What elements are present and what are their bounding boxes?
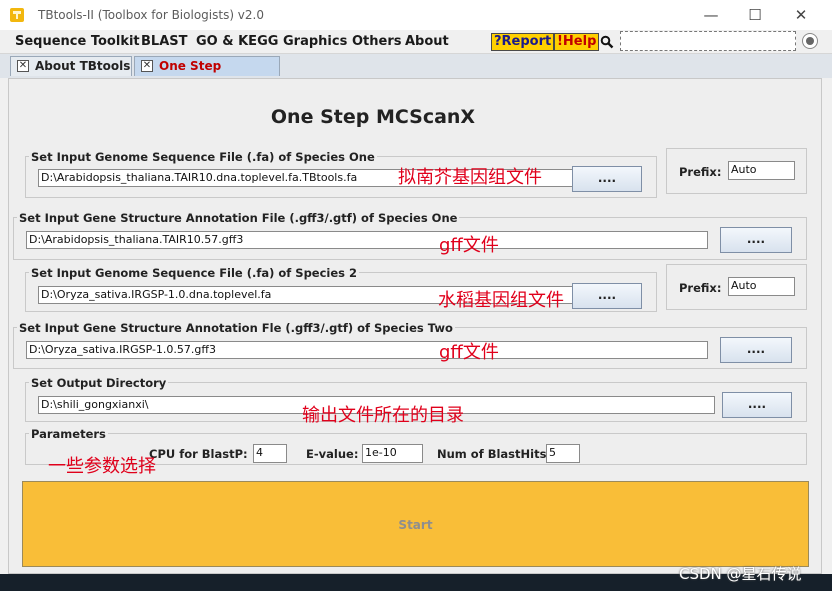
- blasthits-label: Num of BlastHits:: [437, 447, 552, 461]
- genome1-browse-button[interactable]: ....: [572, 166, 642, 192]
- cpu-label: CPU for BlastP:: [149, 447, 248, 461]
- output-browse-button[interactable]: ....: [722, 392, 792, 418]
- report-button[interactable]: ?Report: [491, 33, 555, 51]
- tab-about-tbtools[interactable]: ✕ About TBtools: [10, 56, 132, 76]
- parameters-label: Parameters: [29, 427, 108, 441]
- gff1-annotation: gff文件: [439, 235, 499, 256]
- gff1-browse-button[interactable]: ....: [720, 227, 792, 253]
- minimize-button[interactable]: —: [700, 5, 722, 25]
- search-icon[interactable]: [600, 35, 614, 49]
- blasthits-input[interactable]: 5: [546, 444, 580, 463]
- gff1-path-field[interactable]: D:\Arabidopsis_thaliana.TAIR10.57.gff3: [26, 231, 708, 249]
- gff2-annotation: gff文件: [439, 342, 499, 363]
- help-button[interactable]: !Help: [554, 33, 600, 51]
- radio-toggle-icon[interactable]: [802, 33, 818, 49]
- cpu-input[interactable]: 4: [253, 444, 287, 463]
- prefix2-label: Prefix:: [679, 281, 722, 295]
- tab-one-step-mcscanx[interactable]: ✕ One Step MCScanX: [134, 56, 280, 91]
- genome2-annotation: 水稻基因组文件: [438, 290, 564, 311]
- gff2-label: Set Input Gene Structure Annotation Fle …: [17, 321, 455, 335]
- evalue-label: E-value:: [306, 447, 359, 461]
- close-window-button[interactable]: ✕: [790, 5, 812, 25]
- evalue-input[interactable]: 1e-10: [362, 444, 423, 463]
- menu-go-kegg[interactable]: GO & KEGG: [196, 34, 278, 49]
- start-button[interactable]: Start: [22, 481, 809, 567]
- gff1-label: Set Input Gene Structure Annotation File…: [17, 211, 460, 225]
- params-annotation: 一些参数选择: [48, 456, 156, 477]
- menu-about[interactable]: About: [405, 34, 449, 49]
- prefix1-label: Prefix:: [679, 165, 722, 179]
- output-annotation: 输出文件所在的目录: [302, 405, 464, 426]
- menu-blast[interactable]: BLAST: [141, 34, 187, 49]
- menu-graphics[interactable]: Graphics: [283, 34, 347, 49]
- prefix2-input[interactable]: Auto: [728, 277, 795, 296]
- close-tab-icon[interactable]: ✕: [141, 60, 153, 72]
- gff2-browse-button[interactable]: ....: [720, 337, 792, 363]
- tab-label: About TBtools: [35, 59, 131, 73]
- genome1-annotation: 拟南芥基因组文件: [398, 167, 542, 188]
- window-title: TBtools-II (Toolbox for Biologists) v2.0: [38, 8, 264, 22]
- output-label: Set Output Directory: [29, 376, 169, 390]
- menu-others[interactable]: Others: [352, 34, 402, 49]
- prefix1-input[interactable]: Auto: [728, 161, 795, 180]
- page-title: One Step MCScanX: [270, 106, 476, 128]
- genome2-browse-button[interactable]: ....: [572, 283, 642, 309]
- genome1-label: Set Input Genome Sequence File (.fa) of …: [29, 150, 377, 164]
- close-tab-icon[interactable]: ✕: [17, 60, 29, 72]
- menu-sequence-toolkit[interactable]: Sequence Toolkit: [15, 34, 140, 49]
- search-input[interactable]: [620, 31, 796, 51]
- csdn-watermark: CSDN @星石传说: [679, 565, 802, 583]
- gff2-path-field[interactable]: D:\Oryza_sativa.IRGSP-1.0.57.gff3: [26, 341, 708, 359]
- maximize-button[interactable]: ☐: [744, 5, 766, 25]
- genome2-label: Set Input Genome Sequence File (.fa) of …: [29, 266, 360, 280]
- tbtools-logo-icon: [10, 8, 24, 22]
